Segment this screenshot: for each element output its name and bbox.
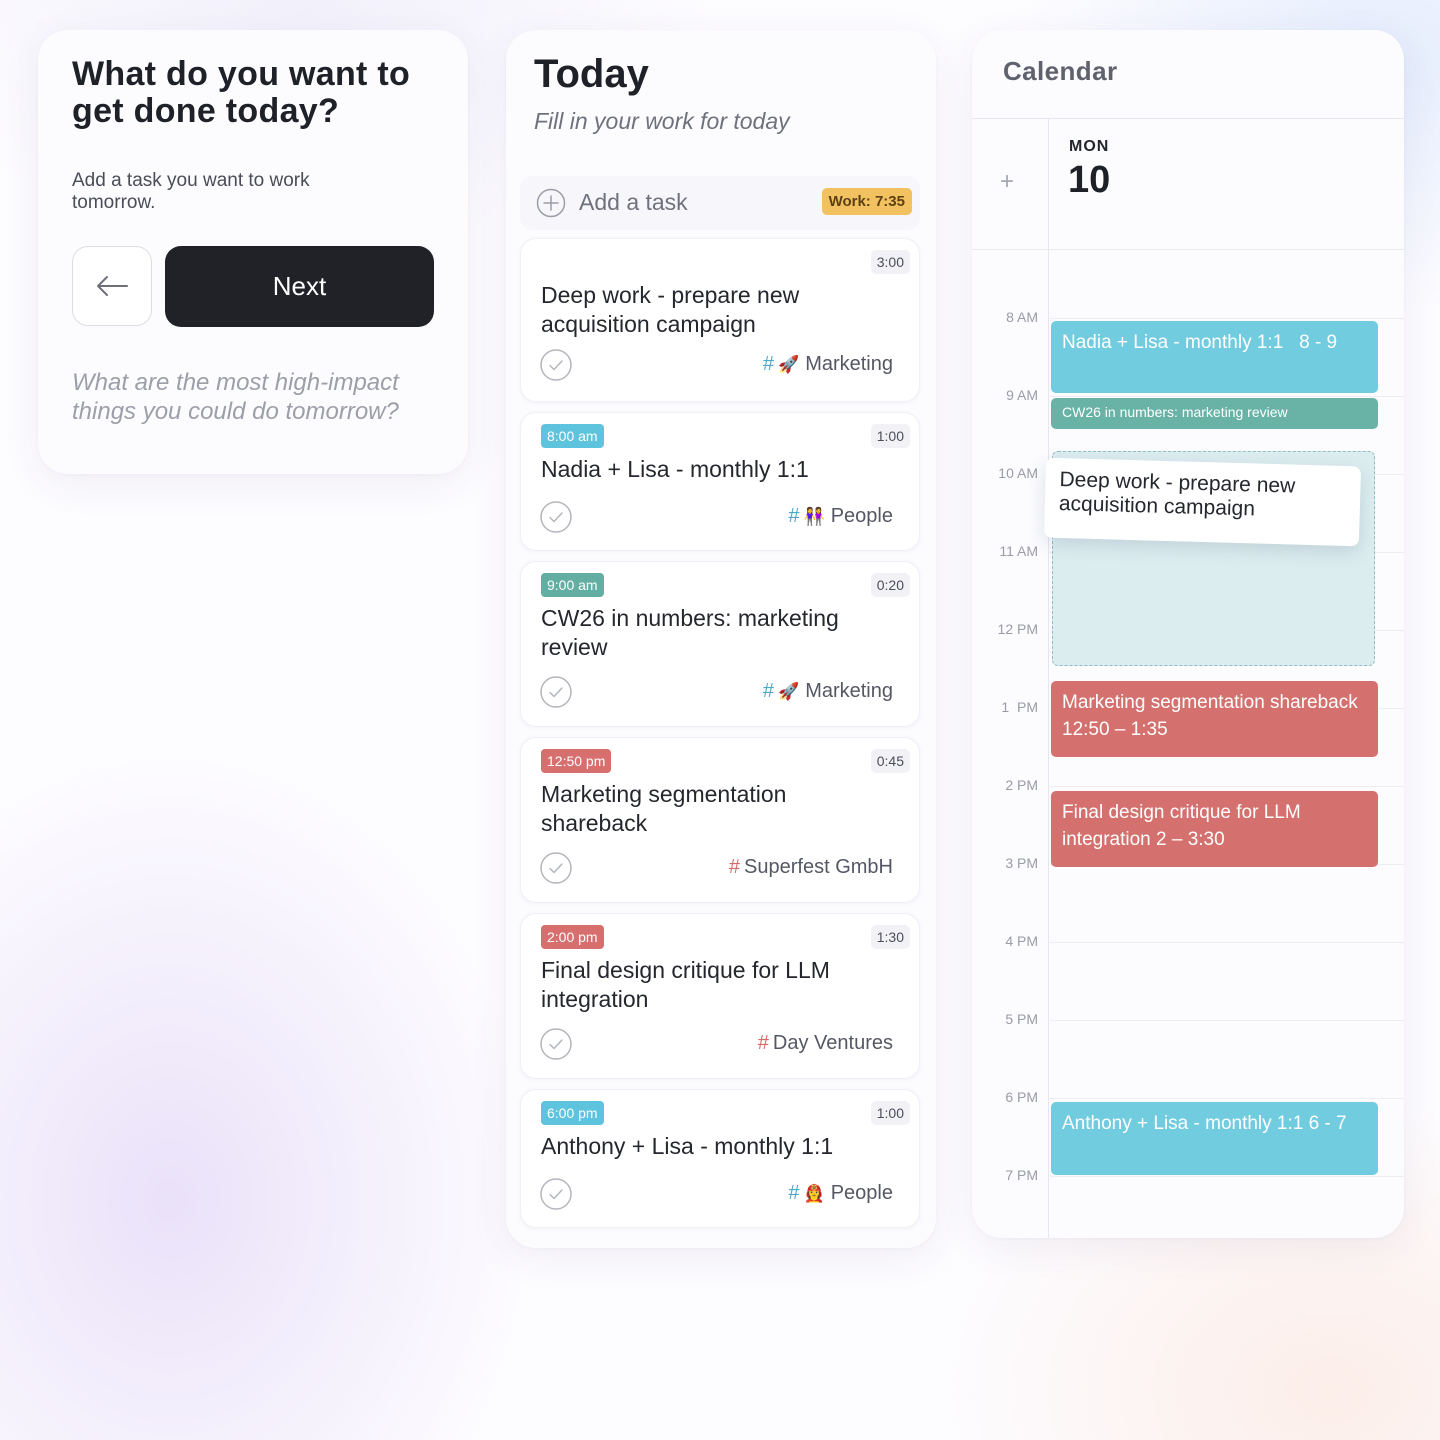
- task-title: Final design critique for LLM integratio…: [541, 957, 830, 1012]
- task-card[interactable]: 9:00 am 0:20 CW26 in numbers: marketing …: [520, 561, 920, 727]
- day-header-divider: [972, 249, 1404, 250]
- hour-gridline: [1050, 396, 1404, 397]
- add-task-label: Add a task: [579, 189, 688, 215]
- task-title: Marketing segmentation shareback: [541, 781, 787, 836]
- hash-icon: #: [728, 856, 741, 878]
- hour-gridline: [1050, 942, 1404, 943]
- task-duration: 0:20: [870, 573, 910, 597]
- task-tag-label: People: [830, 505, 893, 527]
- check-circle-icon[interactable]: [540, 852, 572, 884]
- task-setup-card: What do you want to get done today? Add …: [38, 30, 468, 474]
- plus-circle-icon: [536, 188, 566, 218]
- arrow-left-icon: [97, 276, 128, 296]
- calendar-event[interactable]: Anthony + Lisa - monthly 1:1 6 - 7: [1051, 1102, 1378, 1175]
- task-duration: 1:30: [870, 925, 910, 949]
- hour-gridline: [1050, 1098, 1404, 1099]
- check-circle-icon[interactable]: [540, 1028, 572, 1060]
- task-card[interactable]: 8:00 am 1:00 Nadia + Lisa - monthly 1:1 …: [520, 412, 920, 551]
- calendar-event[interactable]: CW26 in numbers: marketing review: [1051, 398, 1378, 429]
- setup-title: What do you want to get done today?: [72, 55, 411, 130]
- header-divider: [972, 118, 1404, 119]
- dragging-task-card[interactable]: Deep work - prepare new acquisition camp…: [1043, 457, 1362, 547]
- task-tag[interactable]: # 🚀 Marketing: [763, 353, 893, 376]
- hash-icon: #: [757, 1032, 769, 1054]
- hour-label: 11 AM: [999, 543, 1038, 559]
- people-icon: 👭: [803, 507, 825, 527]
- task-title: Nadia + Lisa - monthly 1:1: [541, 456, 809, 482]
- hour-label: 10 AM: [998, 465, 1038, 481]
- hour-label: 6 PM: [1005, 1089, 1038, 1105]
- next-button[interactable]: Next: [165, 246, 434, 327]
- task-tag-label: Marketing: [805, 680, 893, 702]
- check-circle-icon[interactable]: [540, 501, 572, 533]
- hour-label: 1 PM: [1001, 699, 1038, 715]
- time-column-divider: [1048, 118, 1049, 1238]
- hour-label: 7 PM: [1005, 1167, 1038, 1183]
- hour-gridline: [1050, 1176, 1404, 1177]
- task-time-badge: 6:00 pm: [541, 1101, 604, 1125]
- task-tag[interactable]: # Day Ventures: [758, 1032, 893, 1055]
- calendar-event[interactable]: Marketing segmentation shareback 12:50 –…: [1051, 681, 1378, 757]
- task-tag-label: Marketing: [805, 353, 893, 375]
- work-total-badge: Work: 7:35: [821, 188, 912, 215]
- task-duration: 0:45: [870, 749, 910, 773]
- hash-icon: #: [788, 505, 800, 527]
- setup-prompt[interactable]: What are the most high-impact things you…: [72, 368, 442, 426]
- add-event-button[interactable]: +: [1000, 168, 1014, 196]
- hash-icon: #: [788, 1182, 800, 1204]
- task-time-badge: 9:00 am: [541, 573, 604, 597]
- rocket-icon: 🚀: [778, 355, 800, 375]
- task-time-badge: 2:00 pm: [541, 925, 604, 949]
- calendar-title: Calendar: [1003, 56, 1118, 86]
- today-subtitle: Fill in your work for today: [534, 108, 790, 134]
- task-duration: 1:00: [870, 1101, 910, 1125]
- task-tag-label: Superfest GmbH: [744, 856, 893, 878]
- task-card[interactable]: 3:00 Deep work - prepare new acquisition…: [520, 238, 920, 402]
- calendar-event[interactable]: Final design critique for LLM integratio…: [1051, 791, 1378, 867]
- check-circle-icon[interactable]: [540, 1178, 572, 1210]
- rocket-icon: 🚀: [778, 682, 800, 702]
- hour-label: 12 PM: [997, 621, 1038, 637]
- hour-gridline: [1050, 318, 1404, 319]
- calendar-panel: Calendar + MON 10 8 AM 9 AM 10 AM 11 AM …: [972, 30, 1404, 1238]
- task-card[interactable]: 2:00 pm 1:30 Final design critique for L…: [520, 913, 920, 1079]
- task-tag-label: People: [830, 1182, 893, 1204]
- task-title: CW26 in numbers: marketing review: [541, 605, 839, 660]
- task-time-badge: 8:00 am: [541, 424, 604, 448]
- task-tag[interactable]: # 👩‍🚒 People: [788, 1182, 893, 1205]
- task-title: Anthony + Lisa - monthly 1:1: [541, 1133, 834, 1159]
- today-title: Today: [534, 52, 649, 96]
- hour-label: 2 PM: [1005, 777, 1038, 793]
- setup-subtitle: Add a task you want to work tomorrow.: [72, 170, 310, 213]
- hash-icon: #: [762, 353, 775, 375]
- day-name: MON: [1069, 138, 1110, 155]
- day-number[interactable]: 10: [1068, 159, 1110, 202]
- task-tag-label: Day Ventures: [772, 1032, 893, 1054]
- check-circle-icon[interactable]: [540, 676, 572, 708]
- task-tag[interactable]: # 👭 People: [788, 505, 893, 528]
- task-card[interactable]: 6:00 pm 1:00 Anthony + Lisa - monthly 1:…: [520, 1089, 920, 1228]
- hour-gridline: [1050, 786, 1404, 787]
- hash-icon: #: [762, 680, 775, 702]
- today-panel: Today Fill in your work for today Add a …: [506, 30, 936, 1248]
- hour-label: 3 PM: [1005, 855, 1038, 871]
- add-task-row[interactable]: Add a task Work: 7:35: [520, 176, 920, 230]
- check-circle-icon[interactable]: [540, 349, 572, 381]
- hour-label: 8 AM: [1006, 309, 1038, 325]
- task-time-badge: 12:50 pm: [541, 749, 612, 773]
- task-tag[interactable]: # Superfest GmbH: [729, 856, 893, 879]
- person-icon: 👩‍🚒: [803, 1184, 825, 1204]
- task-card[interactable]: 12:50 pm 0:45 Marketing segmentation sha…: [520, 737, 920, 903]
- hour-label: 4 PM: [1005, 933, 1038, 949]
- task-duration: 3:00: [870, 250, 910, 274]
- hour-label: 5 PM: [1005, 1011, 1038, 1027]
- calendar-event[interactable]: Nadia + Lisa - monthly 1:1 8 - 9: [1051, 321, 1378, 393]
- task-duration: 1:00: [870, 424, 910, 448]
- task-tag[interactable]: # 🚀 Marketing: [763, 680, 893, 703]
- task-title: Deep work - prepare new acquisition camp…: [541, 282, 800, 337]
- hour-gridline: [1050, 1020, 1404, 1021]
- hour-label: 9 AM: [1006, 387, 1038, 403]
- back-button[interactable]: [72, 246, 152, 326]
